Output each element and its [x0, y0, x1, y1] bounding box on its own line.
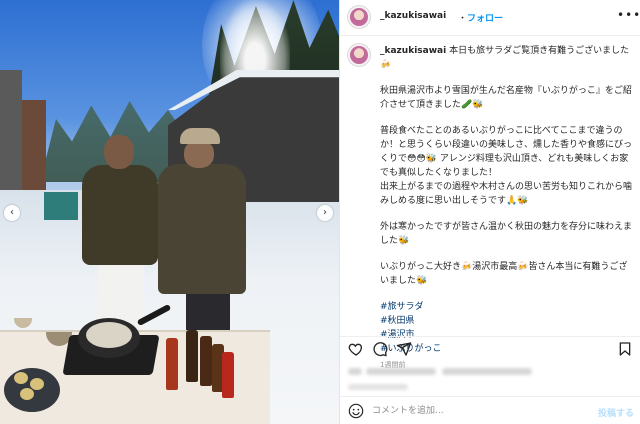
- post-date-blurred: [348, 384, 408, 390]
- seasoning-bottle: [166, 338, 178, 390]
- bookmark-icon[interactable]: [617, 341, 633, 357]
- pan-food: [86, 322, 132, 348]
- share-icon[interactable]: [396, 341, 412, 357]
- more-options-button[interactable]: •••: [617, 8, 640, 22]
- header-username[interactable]: _kazukisawai: [380, 11, 446, 21]
- iburigakko-pickle: [30, 378, 44, 390]
- separator-dot: ・: [458, 14, 468, 24]
- caption-paragraph-2: 普段食べたことのあるいぶりがっこに比べてここまで違うのか！と思うくらい段違いの美…: [380, 126, 633, 206]
- post-comment-button[interactable]: 投稿する: [598, 406, 634, 419]
- seasoning-bottle: [222, 352, 234, 398]
- post-side-panel: _kazukisawai ・ フォロー ••• _kazukisawai 本日も…: [339, 0, 640, 424]
- comment-input[interactable]: [372, 403, 592, 419]
- iburigakko-pickle: [20, 388, 34, 400]
- heart-icon[interactable]: [348, 341, 364, 357]
- avatar[interactable]: [348, 6, 370, 28]
- comment-bar: 投稿する: [340, 396, 640, 424]
- green-tub: [44, 192, 78, 220]
- likes-count-blurred: [348, 368, 548, 378]
- instagram-post-modal: ‹ › _kazukisawai ・ フォロー ••• _kazukisawai…: [0, 0, 640, 424]
- seasoning-bottle: [186, 330, 198, 382]
- comment-icon[interactable]: [372, 341, 388, 357]
- seasoning-bottle: [200, 336, 212, 386]
- emoji-icon[interactable]: [348, 403, 364, 419]
- caption-paragraph-1: 秋田県湯沢市より雪国が生んだ名産物『いぶりがっこ』をご紹介させて頂きました🥒🐝: [380, 86, 632, 110]
- follow-button[interactable]: フォロー: [467, 11, 503, 24]
- person-right: [150, 128, 250, 368]
- post-caption: _kazukisawai 本日も旅サラダご覧頂き有難うございました🍻 秋田県湯沢…: [380, 44, 634, 372]
- hashtag-link[interactable]: #秋田県: [380, 314, 634, 328]
- hashtag-link[interactable]: #旅サラダ: [380, 300, 634, 314]
- caption-paragraph-3: 外は寒かったですが皆さん温かく秋田の魅力を存分に味わえました🐝: [380, 222, 633, 246]
- post-header: _kazukisawai ・ フォロー •••: [340, 0, 640, 36]
- left-building-2: [22, 100, 46, 195]
- action-bar: [340, 336, 640, 360]
- carousel-next-button[interactable]: ›: [317, 205, 333, 221]
- caption-username[interactable]: _kazukisawai: [380, 46, 446, 56]
- post-photo: ‹ ›: [0, 0, 339, 424]
- carousel-prev-button[interactable]: ‹: [4, 205, 20, 221]
- iburigakko-pickle: [14, 372, 28, 384]
- caption-avatar[interactable]: [348, 44, 370, 66]
- caption-paragraph-4: いぶりがっこ大好き🍻湯沢市最高🍻皆さん本当に有難うございました🐝: [380, 262, 628, 286]
